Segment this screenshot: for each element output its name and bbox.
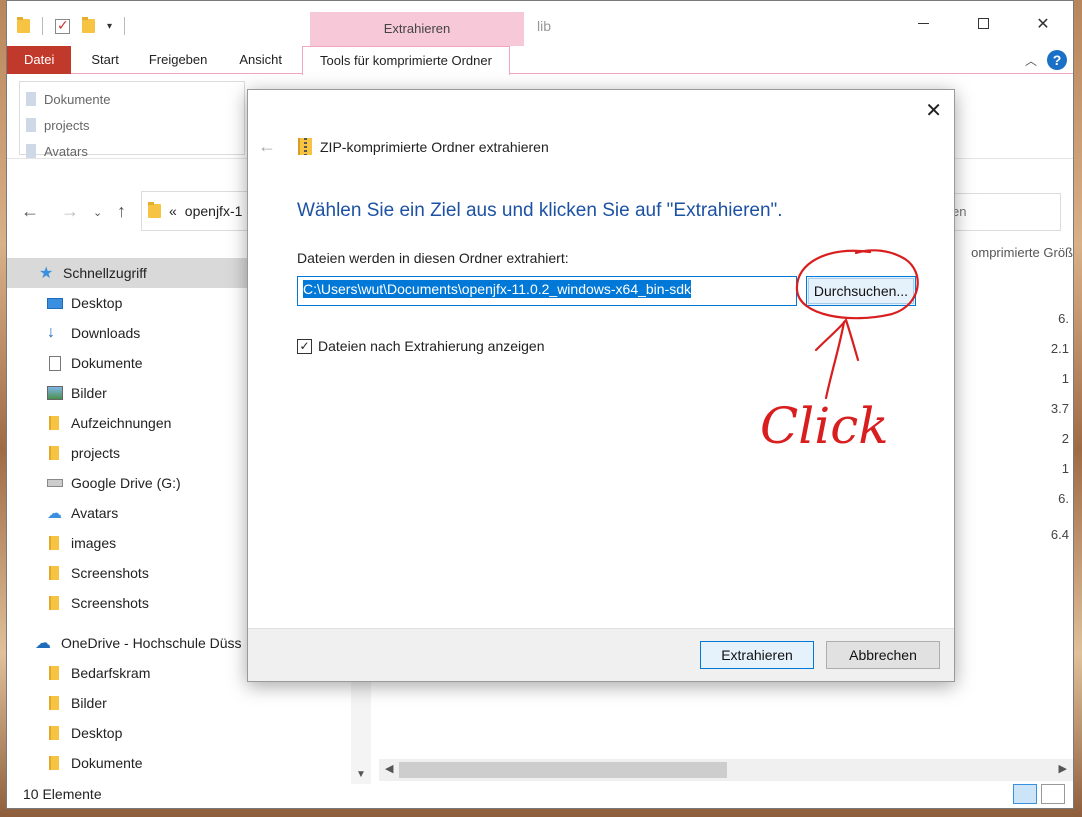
annotation-circle: [795, 249, 919, 320]
click-annotation: Click: [760, 249, 919, 455]
annotation-arrow-shaft: [824, 320, 846, 400]
annotation-text: Click: [760, 397, 889, 455]
